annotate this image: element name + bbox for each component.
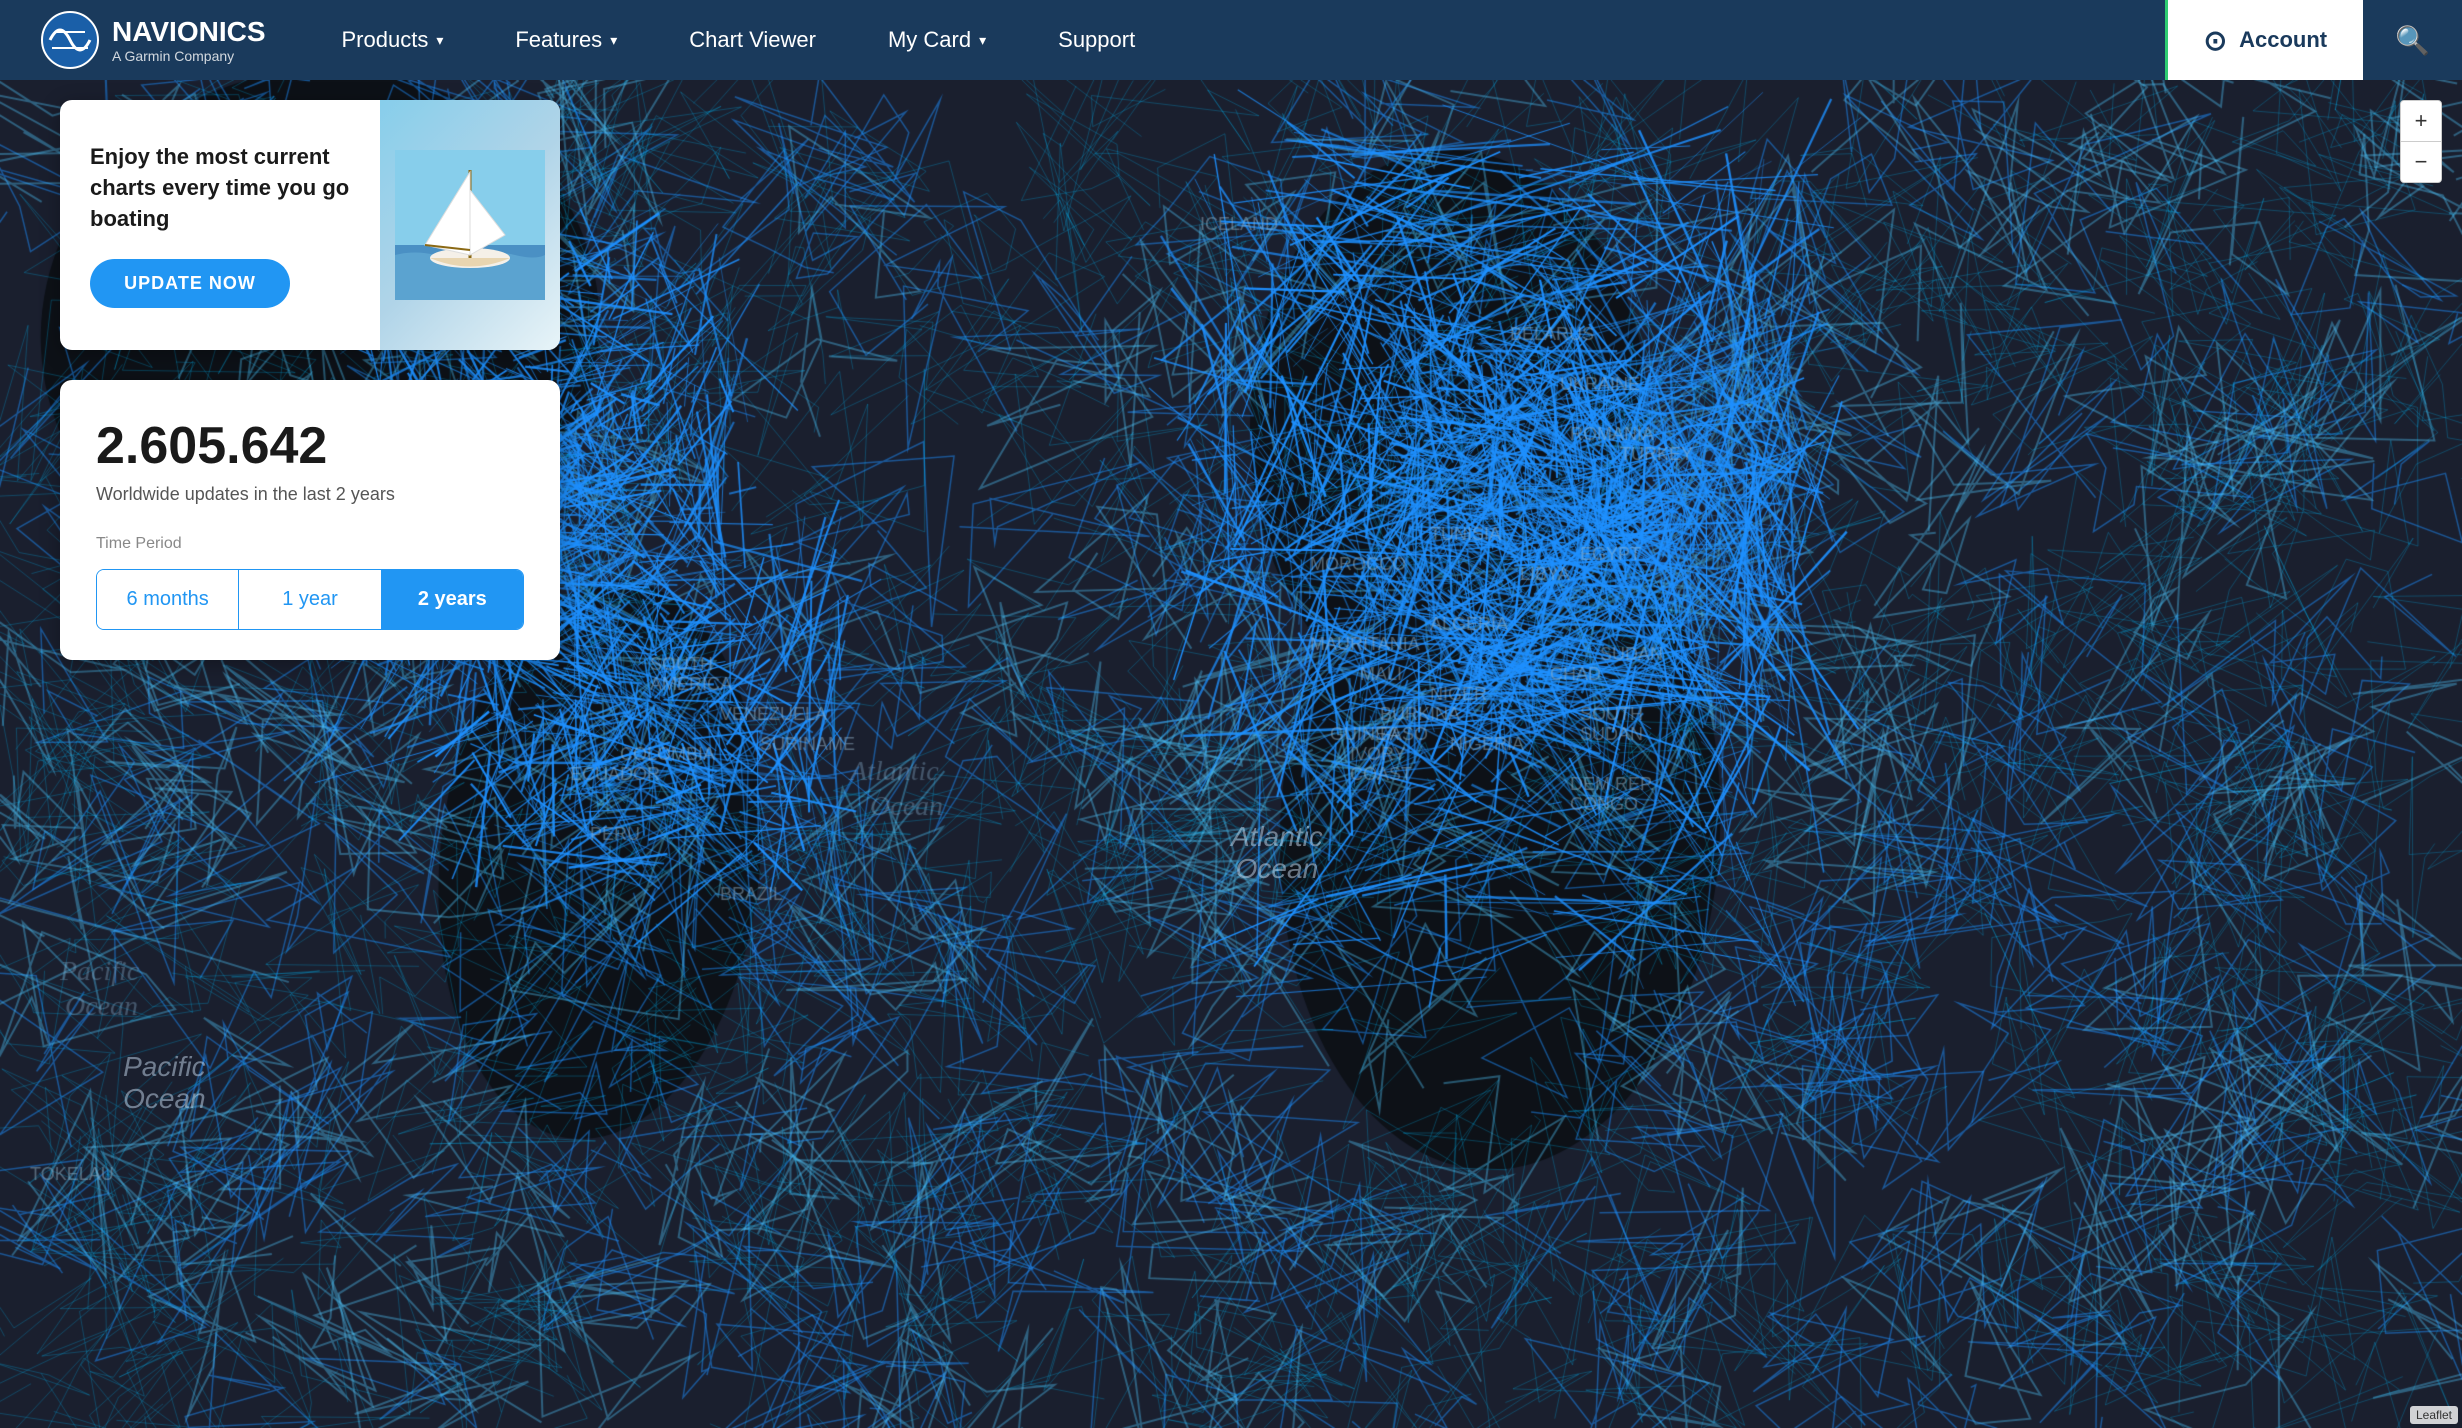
nav-products[interactable]: Products ▾ bbox=[306, 0, 480, 80]
logo[interactable]: NAVIONICS A Garmin Company bbox=[0, 10, 306, 70]
zoom-out-button[interactable]: − bbox=[2401, 142, 2441, 182]
time-1year-button[interactable]: 1 year bbox=[239, 570, 381, 629]
logo-name: NAVIONICS bbox=[112, 16, 266, 48]
nav-search[interactable]: 🔍 bbox=[2363, 0, 2462, 80]
time-period-label: Time Period bbox=[96, 535, 524, 553]
nav-my-card[interactable]: My Card ▾ bbox=[852, 0, 1022, 80]
stats-desc: Worldwide updates in the last 2 years bbox=[96, 484, 524, 505]
time-6months-button[interactable]: 6 months bbox=[97, 570, 239, 629]
zoom-in-button[interactable]: + bbox=[2401, 101, 2441, 141]
update-now-button[interactable]: UPDATE NOW bbox=[90, 259, 290, 308]
chevron-down-icon: ▾ bbox=[610, 32, 617, 49]
time-2years-button[interactable]: 2 years bbox=[382, 570, 523, 629]
nav-support[interactable]: Support bbox=[1022, 0, 1171, 80]
leaflet-credit: Leaflet bbox=[2410, 1406, 2458, 1424]
account-icon: ⊙ bbox=[2204, 24, 2227, 57]
stats-number: 2.605.642 bbox=[96, 416, 524, 476]
logo-sub: A Garmin Company bbox=[112, 48, 266, 64]
nav-chart-viewer[interactable]: Chart Viewer bbox=[653, 0, 852, 80]
promo-content: Enjoy the most current charts every time… bbox=[60, 100, 380, 350]
nav-account[interactable]: ⊙ Account bbox=[2165, 0, 2363, 80]
nav-links: Products ▾ Features ▾ Chart Viewer My Ca… bbox=[306, 0, 2165, 80]
promo-sailboat-image bbox=[380, 100, 560, 350]
account-label: Account bbox=[2239, 27, 2327, 53]
navigation: NAVIONICS A Garmin Company Products ▾ Fe… bbox=[0, 0, 2462, 80]
sailboat-svg bbox=[395, 150, 545, 300]
stats-card: 2.605.642 Worldwide updates in the last … bbox=[60, 380, 560, 660]
promo-card: Enjoy the most current charts every time… bbox=[60, 100, 560, 350]
promo-text: Enjoy the most current charts every time… bbox=[90, 142, 350, 234]
chevron-down-icon: ▾ bbox=[979, 32, 986, 49]
map-controls: + − bbox=[2400, 100, 2442, 183]
chevron-down-icon: ▾ bbox=[436, 32, 443, 49]
search-icon: 🔍 bbox=[2395, 24, 2430, 57]
time-period-buttons: 6 months 1 year 2 years bbox=[96, 569, 524, 630]
nav-features[interactable]: Features ▾ bbox=[479, 0, 653, 80]
navionics-logo-icon bbox=[40, 10, 100, 70]
